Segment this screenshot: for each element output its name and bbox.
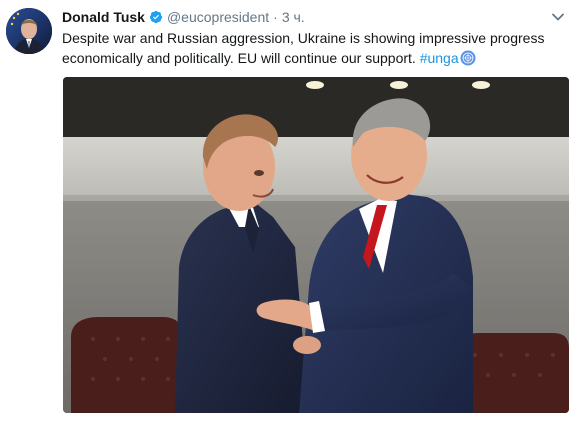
- chevron-down-icon[interactable]: [551, 10, 565, 24]
- united-nations-emoji-icon: [460, 50, 476, 66]
- author-name[interactable]: Donald Tusk: [62, 8, 145, 26]
- author-handle[interactable]: @eucopresident: [167, 8, 269, 26]
- tweet-photo[interactable]: [63, 77, 569, 413]
- photo-image: [63, 77, 569, 413]
- tweet-header: Donald Tusk @eucopresident · 3 ч.: [62, 8, 305, 26]
- tweet[interactable]: Donald Tusk @eucopresident · 3 ч. Despit…: [0, 0, 579, 424]
- avatar-image: [6, 8, 52, 54]
- avatar[interactable]: [6, 8, 52, 54]
- tweet-timestamp[interactable]: 3 ч.: [282, 8, 305, 26]
- header-separator: ·: [273, 9, 278, 25]
- hashtag-link[interactable]: #unga: [420, 50, 459, 66]
- verified-badge-icon: [149, 10, 163, 24]
- tweet-text: Despite war and Russian aggression, Ukra…: [62, 28, 562, 68]
